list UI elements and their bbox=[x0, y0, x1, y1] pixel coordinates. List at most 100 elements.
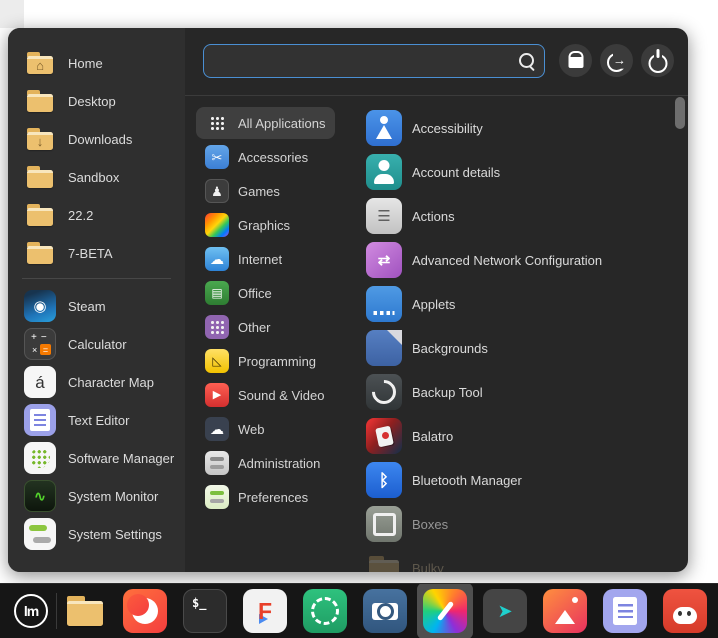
taskbar-item-screenshot[interactable] bbox=[363, 589, 407, 633]
background-window-edge bbox=[0, 0, 24, 28]
system-settings-icon bbox=[24, 518, 56, 550]
app-list: Accessibility Account details ☰ Actions bbox=[361, 96, 688, 572]
app-bulky[interactable]: Bulky bbox=[366, 546, 688, 572]
category-preferences[interactable]: Preferences bbox=[196, 481, 318, 513]
scrollbar-thumb[interactable] bbox=[675, 97, 685, 129]
logout-icon bbox=[600, 44, 633, 77]
taskbar-item-freetube[interactable]: F bbox=[243, 589, 287, 633]
sidebar-item-label: 22.2 bbox=[68, 208, 93, 223]
category-web[interactable]: ☁ Web bbox=[196, 413, 275, 445]
session-buttons bbox=[559, 44, 674, 77]
sidebar-item-software-manager[interactable]: Software Manager bbox=[8, 439, 185, 477]
category-administration[interactable]: Administration bbox=[196, 447, 330, 479]
taskbar-item-gimp[interactable] bbox=[663, 589, 707, 633]
all-applications-icon bbox=[205, 111, 229, 135]
accessories-icon: ✂ bbox=[205, 145, 229, 169]
steam-icon: ◉ bbox=[24, 290, 56, 322]
logout-button[interactable] bbox=[600, 44, 633, 77]
firefox-icon bbox=[123, 589, 167, 633]
taskbar-item-sync[interactable] bbox=[303, 589, 347, 633]
category-sound-video[interactable]: ▶ Sound & Video bbox=[196, 379, 335, 411]
category-office[interactable]: ▤ Office bbox=[196, 277, 282, 309]
sidebar-item-system-monitor[interactable]: ∿ System Monitor bbox=[8, 477, 185, 515]
category-label: Graphics bbox=[238, 218, 290, 233]
sidebar-item-label: System Settings bbox=[68, 527, 162, 542]
office-icon: ▤ bbox=[205, 281, 229, 305]
sidebar-item-desktop[interactable]: Desktop bbox=[8, 82, 185, 120]
preferences-icon bbox=[205, 485, 229, 509]
category-all-applications[interactable]: All Applications bbox=[196, 107, 335, 139]
sidebar-item-label: Home bbox=[68, 56, 103, 71]
lock-screen-button[interactable] bbox=[559, 44, 592, 77]
terminal-icon: $_ bbox=[183, 589, 227, 633]
sidebar-item-system-settings[interactable]: System Settings bbox=[8, 515, 185, 553]
accessibility-icon bbox=[366, 110, 402, 146]
sidebar-item-label: Desktop bbox=[68, 94, 116, 109]
application-menu: ⌂ Home Desktop ↓ Downloads bbox=[8, 28, 688, 572]
taskbar-item-files[interactable] bbox=[63, 589, 107, 633]
app-accessibility[interactable]: Accessibility bbox=[366, 106, 688, 150]
menu-main: All Applications ✂ Accessories ♟ Games bbox=[185, 28, 688, 572]
sidebar-item-downloads[interactable]: ↓ Downloads bbox=[8, 120, 185, 158]
taskbar-item-terminal[interactable]: $_ bbox=[183, 589, 227, 633]
app-label: Backup Tool bbox=[412, 385, 483, 400]
app-label: Bulky bbox=[412, 561, 444, 573]
games-icon: ♟ bbox=[205, 179, 229, 203]
taskbar-launchers: $_ F ➤ bbox=[63, 584, 707, 638]
category-graphics[interactable]: Graphics bbox=[196, 209, 300, 241]
taskbar-item-firefox[interactable] bbox=[123, 589, 167, 633]
category-label: Web bbox=[238, 422, 265, 437]
folder-icon bbox=[24, 237, 56, 269]
sidebar-item-label: 7-BETA bbox=[68, 246, 113, 261]
app-label: Bluetooth Manager bbox=[412, 473, 522, 488]
gimp-icon bbox=[663, 589, 707, 633]
taskbar-item-warpinator[interactable]: ➤ bbox=[483, 589, 527, 633]
menu-content: All Applications ✂ Accessories ♟ Games bbox=[185, 95, 688, 572]
internet-icon: ☁ bbox=[205, 247, 229, 271]
sidebar-item-sandbox[interactable]: Sandbox bbox=[8, 158, 185, 196]
taskbar-item-text-editor[interactable] bbox=[603, 589, 647, 633]
sidebar-item-home[interactable]: ⌂ Home bbox=[8, 44, 185, 82]
sidebar-item-steam[interactable]: ◉ Steam bbox=[8, 287, 185, 325]
app-account-details[interactable]: Account details bbox=[366, 150, 688, 194]
power-button[interactable] bbox=[641, 44, 674, 77]
sidebar-item-label: Text Editor bbox=[68, 413, 129, 428]
category-other[interactable]: Other bbox=[196, 311, 281, 343]
sidebar-item-character-map[interactable]: á Character Map bbox=[8, 363, 185, 401]
sync-icon bbox=[303, 589, 347, 633]
desktop: ⌂ Home Desktop ↓ Downloads bbox=[0, 0, 718, 638]
sidebar-item-7-beta[interactable]: 7-BETA bbox=[8, 234, 185, 272]
sidebar-item-label: Sandbox bbox=[68, 170, 119, 185]
category-label: Office bbox=[238, 286, 272, 301]
folder-icon bbox=[24, 199, 56, 231]
app-advanced-network-configuration[interactable]: ⇄ Advanced Network Configuration bbox=[366, 238, 688, 282]
taskbar: lm $_ F bbox=[0, 583, 718, 638]
taskbar-item-drawing[interactable] bbox=[423, 589, 467, 633]
balatro-icon bbox=[366, 418, 402, 454]
search-input[interactable] bbox=[203, 44, 545, 78]
other-icon bbox=[205, 315, 229, 339]
sidebar-item-calculator[interactable]: +− Calculator bbox=[8, 325, 185, 363]
category-programming[interactable]: ◺ Programming bbox=[196, 345, 326, 377]
sidebar-item-22-2[interactable]: 22.2 bbox=[8, 196, 185, 234]
category-label: Games bbox=[238, 184, 280, 199]
app-backup-tool[interactable]: Backup Tool bbox=[366, 370, 688, 414]
app-label: Accessibility bbox=[412, 121, 483, 136]
app-balatro[interactable]: Balatro bbox=[366, 414, 688, 458]
category-games[interactable]: ♟ Games bbox=[196, 175, 290, 207]
taskbar-item-pix[interactable] bbox=[543, 589, 587, 633]
app-label: Backgrounds bbox=[412, 341, 488, 356]
app-applets[interactable]: Applets bbox=[366, 282, 688, 326]
administration-icon bbox=[205, 451, 229, 475]
sidebar-item-text-editor[interactable]: Text Editor bbox=[8, 401, 185, 439]
menu-button[interactable]: lm bbox=[11, 591, 51, 631]
app-bluetooth-manager[interactable]: ᛒ Bluetooth Manager bbox=[366, 458, 688, 502]
app-label: Applets bbox=[412, 297, 455, 312]
category-accessories[interactable]: ✂ Accessories bbox=[196, 141, 318, 173]
power-icon bbox=[641, 44, 674, 77]
app-backgrounds[interactable]: Backgrounds bbox=[366, 326, 688, 370]
app-boxes[interactable]: Boxes bbox=[366, 502, 688, 546]
category-internet[interactable]: ☁ Internet bbox=[196, 243, 292, 275]
account-details-icon bbox=[366, 154, 402, 190]
app-actions[interactable]: ☰ Actions bbox=[366, 194, 688, 238]
